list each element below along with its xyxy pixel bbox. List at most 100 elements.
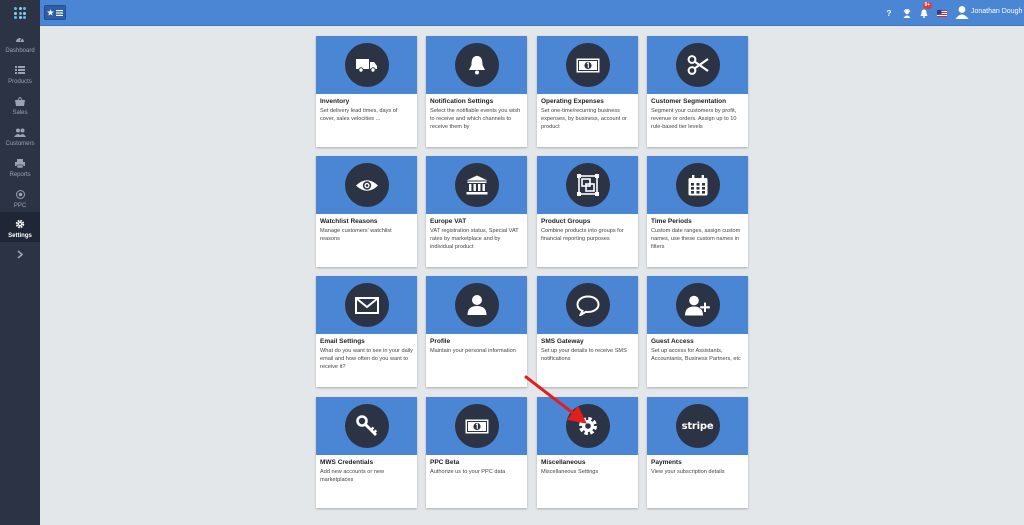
- sidebar-item-settings[interactable]: Settings: [0, 212, 40, 242]
- settings-card-operating-expenses[interactable]: Operating Expenses Set one-time/recurrin…: [537, 36, 638, 147]
- card-title: Europe VAT: [430, 218, 467, 225]
- us-flag-icon[interactable]: [937, 6, 947, 20]
- speedometer-icon: [14, 33, 26, 45]
- settings-card-payments[interactable]: stripe Payments View your subscription d…: [647, 397, 748, 508]
- users-icon: [14, 126, 26, 138]
- sidebar-item-products[interactable]: Products: [0, 58, 40, 88]
- card-description: Set up your details to receive SMS notif…: [541, 348, 627, 362]
- calendar-icon: [675, 163, 720, 207]
- card-title: Profile: [430, 338, 451, 345]
- card-title: SMS Gateway: [541, 338, 584, 345]
- card-description: Miscellaneous Settings: [541, 469, 599, 475]
- card-title: Miscellaneous: [541, 459, 586, 466]
- expand-sidebar-chevron-icon[interactable]: [13, 247, 27, 261]
- card-description: Select the notifiable events you wish to…: [430, 108, 521, 130]
- sidebar: Dashboard Products Sales Customers Repor…: [0, 0, 40, 525]
- scissors-icon: [675, 43, 720, 87]
- app-logo[interactable]: [0, 0, 40, 26]
- truck-icon: [344, 43, 389, 87]
- card-description: Set up access for Assistants, Accountant…: [651, 348, 741, 362]
- key-icon: [344, 404, 389, 448]
- card-title: Notification Settings: [430, 98, 494, 105]
- favorites-button[interactable]: [44, 5, 66, 20]
- card-description: Manage customers' watchlist reasons: [320, 228, 392, 242]
- sidebar-item-customers[interactable]: Customers: [0, 120, 40, 150]
- settings-card-notification-settings[interactable]: Notification Settings Select the notifia…: [426, 36, 527, 147]
- card-description: VAT registration status, Special VAT rat…: [430, 228, 519, 250]
- stripe-logo-text: stripe: [681, 420, 714, 432]
- eye-icon: [344, 163, 389, 207]
- settings-card-profile[interactable]: Profile Maintain your personal informati…: [426, 276, 527, 387]
- sidebar-item-label: Products: [8, 79, 32, 85]
- card-description: Set one-time/recurring business expenses…: [541, 108, 627, 130]
- object-group-icon: [565, 163, 610, 207]
- gear-icon: [565, 404, 610, 448]
- speech-bubble-icon: [565, 283, 610, 327]
- list-icon: [14, 64, 26, 76]
- stripe-logo-icon: stripe: [675, 404, 720, 448]
- card-title: Time Periods: [651, 218, 692, 225]
- banknote-icon: [565, 43, 610, 87]
- settings-card-mws-credentials[interactable]: MWS Credentials Add new accounts or new …: [316, 397, 417, 508]
- support-agent-icon[interactable]: [902, 6, 911, 20]
- bank-icon: [454, 163, 499, 207]
- star-icon: [47, 9, 54, 16]
- card-title: Inventory: [320, 98, 350, 105]
- user-name-label[interactable]: Jonathan Dough: [971, 8, 1022, 15]
- list-icon: [56, 9, 63, 16]
- user-icon: [454, 283, 499, 327]
- settings-card-ppc-beta[interactable]: PPC Beta Authorize us to your PPC data: [426, 397, 527, 508]
- settings-card-guest-access[interactable]: Guest Access Set up access for Assistant…: [647, 276, 748, 387]
- card-description: Maintain your personal information: [430, 348, 516, 354]
- card-description: What do you want to see in your daily em…: [320, 348, 413, 370]
- card-title: Operating Expenses: [541, 98, 604, 105]
- settings-card-sms-gateway[interactable]: SMS Gateway Set up your details to recei…: [537, 276, 638, 387]
- card-description: Add new accounts or new marketplaces: [320, 469, 385, 483]
- card-title: MWS Credentials: [320, 459, 374, 466]
- card-description: Custom date ranges, assign custom names,…: [651, 228, 741, 250]
- sidebar-item-label: Dashboard: [5, 48, 35, 54]
- sidebar-item-label: Sales: [12, 110, 28, 116]
- sidebar-item-dashboard[interactable]: Dashboard: [0, 27, 40, 57]
- notification-count-badge: 9+: [923, 2, 932, 9]
- settings-card-time-periods[interactable]: Time Periods Custom date ranges, assign …: [647, 156, 748, 267]
- help-label: ?: [886, 8, 892, 18]
- sidebar-item-label: Customers: [5, 141, 35, 147]
- notifications-bell-icon[interactable]: 9+: [919, 2, 932, 20]
- settings-card-customer-segmentation[interactable]: Customer Segmentation Segment your custo…: [647, 36, 748, 147]
- target-icon: [14, 188, 26, 200]
- settings-card-email-settings[interactable]: Email Settings What do you want to see i…: [316, 276, 417, 387]
- user-plus-icon: [675, 283, 720, 327]
- user-avatar-icon[interactable]: [955, 4, 969, 20]
- envelope-icon: [344, 283, 389, 327]
- card-description: Combine products into groups for financi…: [541, 228, 624, 242]
- card-title: Product Groups: [541, 218, 591, 225]
- sidebar-item-label: PPC: [13, 203, 27, 209]
- gear-icon: [14, 218, 26, 230]
- settings-card-inventory[interactable]: Inventory Set delivery lead times, days …: [316, 36, 417, 147]
- card-title: PPC Beta: [430, 459, 460, 466]
- help-icon[interactable]: ?: [885, 6, 893, 20]
- card-title: Payments: [651, 459, 682, 466]
- card-title: Customer Segmentation: [651, 98, 727, 105]
- bell-icon: [454, 43, 499, 87]
- sidebar-item-label: Reports: [9, 172, 31, 178]
- card-description: Set delivery lead times, days of cover, …: [320, 108, 398, 122]
- sidebar-item-label: Settings: [8, 233, 32, 239]
- card-title: Watchlist Reasons: [320, 218, 378, 225]
- basket-icon: [14, 95, 26, 107]
- card-description: Segment your customers by profit, revenu…: [651, 108, 737, 130]
- top-bar: ? 9+ Jonathan Dough: [40, 0, 1024, 26]
- settings-card-miscellaneous[interactable]: Miscellaneous Miscellaneous Settings: [537, 397, 638, 508]
- settings-card-product-groups[interactable]: Product Groups Combine products into gro…: [537, 156, 638, 267]
- sidebar-item-sales[interactable]: Sales: [0, 89, 40, 119]
- card-description: View your subscription details: [651, 469, 725, 475]
- banknote-icon: [454, 404, 499, 448]
- printer-icon: [14, 157, 26, 169]
- sidebar-item-ppc[interactable]: PPC: [0, 182, 40, 212]
- settings-card-europe-vat[interactable]: Europe VAT VAT registration status, Spec…: [426, 156, 527, 267]
- settings-card-watchlist-reasons[interactable]: Watchlist Reasons Manage customers' watc…: [316, 156, 417, 267]
- card-title: Email Settings: [320, 338, 365, 345]
- sidebar-item-reports[interactable]: Reports: [0, 151, 40, 181]
- card-title: Guest Access: [651, 338, 694, 345]
